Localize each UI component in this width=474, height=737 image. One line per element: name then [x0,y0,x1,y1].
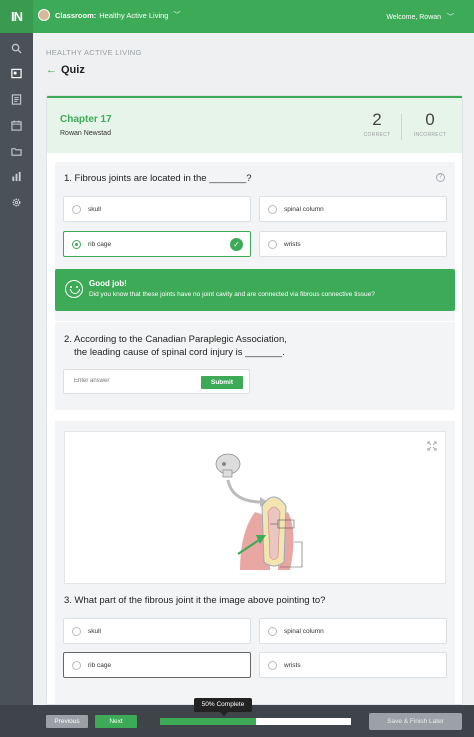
page-title-text: Quiz [61,64,85,76]
incorrect-count: 0 [425,110,435,129]
q3-option-spinal-column[interactable]: spinal column [259,618,447,644]
radio-button[interactable] [268,660,277,670]
app-logo[interactable]: IN [0,0,33,33]
tooth-joint-diagram [215,453,303,570]
question-2-text: 2. According to the Canadian Paraplegic … [64,333,287,359]
chapter-title: Chapter 17 [60,114,112,125]
progress-tooltip: 50% Complete [194,698,252,716]
radio-button[interactable] [72,239,81,249]
q1-option-skull[interactable]: skull [63,196,251,222]
next-button[interactable]: Next [95,715,137,728]
calendar-icon[interactable] [10,119,23,132]
question-1-text: 1. Fibrous joints are located in the ___… [64,173,252,184]
folder-icon[interactable] [10,145,23,158]
q3-option-skull[interactable]: skull [63,618,251,644]
breadcrumb: HEALTHY ACTIVE LIVING [46,48,142,57]
student-name: Rowan Newstad [60,130,111,137]
question-2-line-1: 2. According to the Canadian Paraplegic … [64,334,287,345]
radio-button[interactable] [72,204,81,214]
chapter-header: Chapter 17 Rowan Newstad 2 CORRECT 0 INC… [47,96,462,153]
welcome-text: Welcome, Rowan [386,14,442,21]
option-label: skull [88,205,102,213]
classroom-label: Classroom: [55,10,97,20]
radio-button[interactable] [72,626,81,636]
correct-count: 2 [372,110,382,129]
search-icon[interactable] [10,42,23,55]
previous-button[interactable]: Previous [46,715,88,728]
page-title: ← Quiz [46,64,85,76]
expand-icon[interactable] [427,441,437,451]
option-label: rib cage [88,240,112,248]
save-finish-later-button[interactable]: Save & Finish Later [369,713,462,730]
checkmark-icon: ✓ [230,238,243,251]
radio-button[interactable] [72,660,81,670]
q1-option-rib-cage[interactable]: rib cage ✓ [63,231,251,257]
q1-option-spinal-column[interactable]: spinal column [259,196,447,222]
option-label: skull [88,627,102,635]
option-label: wrists [284,240,301,248]
back-arrow-icon[interactable]: ← [46,64,57,76]
feedback-banner: Good job! Did you know that these joints… [55,269,455,311]
progress-fill [160,718,256,725]
radio-button[interactable] [268,204,277,214]
option-label: spinal column [284,627,324,635]
incorrect-score: 0 INCORRECT [410,110,450,138]
q3-option-rib-cage[interactable]: rib cage [63,652,251,678]
radio-button[interactable] [268,239,277,249]
quiz-card: Chapter 17 Rowan Newstad 2 CORRECT 0 INC… [46,95,463,705]
answer-field-container: Submit [63,369,250,394]
left-rail [0,33,33,737]
chevron-down-icon: ﹀ [173,12,181,19]
radio-button[interactable] [268,626,277,636]
submit-button[interactable]: Submit [201,376,243,389]
top-bar: IN Classroom: Healthy Active Living ﹀ We… [0,0,474,33]
option-label: wrists [284,661,301,669]
dashboard-icon[interactable] [10,67,23,80]
smiley-icon [65,280,83,298]
question-2-line-2: the leading cause of spinal cord injury … [74,347,285,358]
q3-option-wrists[interactable]: wrists [259,652,447,678]
classroom-avatar [38,9,50,21]
incorrect-label: INCORRECT [413,132,447,138]
user-menu[interactable]: Welcome, Rowan ﹀ [386,12,454,22]
classroom-name: Healthy Active Living [99,10,169,20]
feedback-title: Good job! [89,279,127,288]
classroom-selector[interactable]: Classroom: Healthy Active Living ﹀ [38,9,180,21]
gear-icon[interactable] [10,196,23,209]
question-3-panel: 3. What part of the fibrous joint it the… [55,421,455,704]
option-label: spinal column [284,205,324,213]
chart-icon[interactable] [10,170,23,183]
answer-input[interactable] [74,378,194,384]
document-icon[interactable] [10,93,23,106]
score-divider [401,114,402,140]
question-3-text: 3. What part of the fibrous joint it the… [64,595,326,606]
question-2-panel: 2. According to the Canadian Paraplegic … [55,322,455,410]
feedback-text: Did you know that these joints have no j… [89,291,375,298]
correct-score: 2 CORRECT [357,110,397,138]
question-image [64,431,446,584]
chevron-down-icon: ﹀ [447,14,454,21]
correct-label: CORRECT [363,132,391,138]
progress-bar [160,718,351,725]
option-label: rib cage [88,661,112,669]
help-icon[interactable]: ? [436,173,445,182]
q1-option-wrists[interactable]: wrists [259,231,447,257]
